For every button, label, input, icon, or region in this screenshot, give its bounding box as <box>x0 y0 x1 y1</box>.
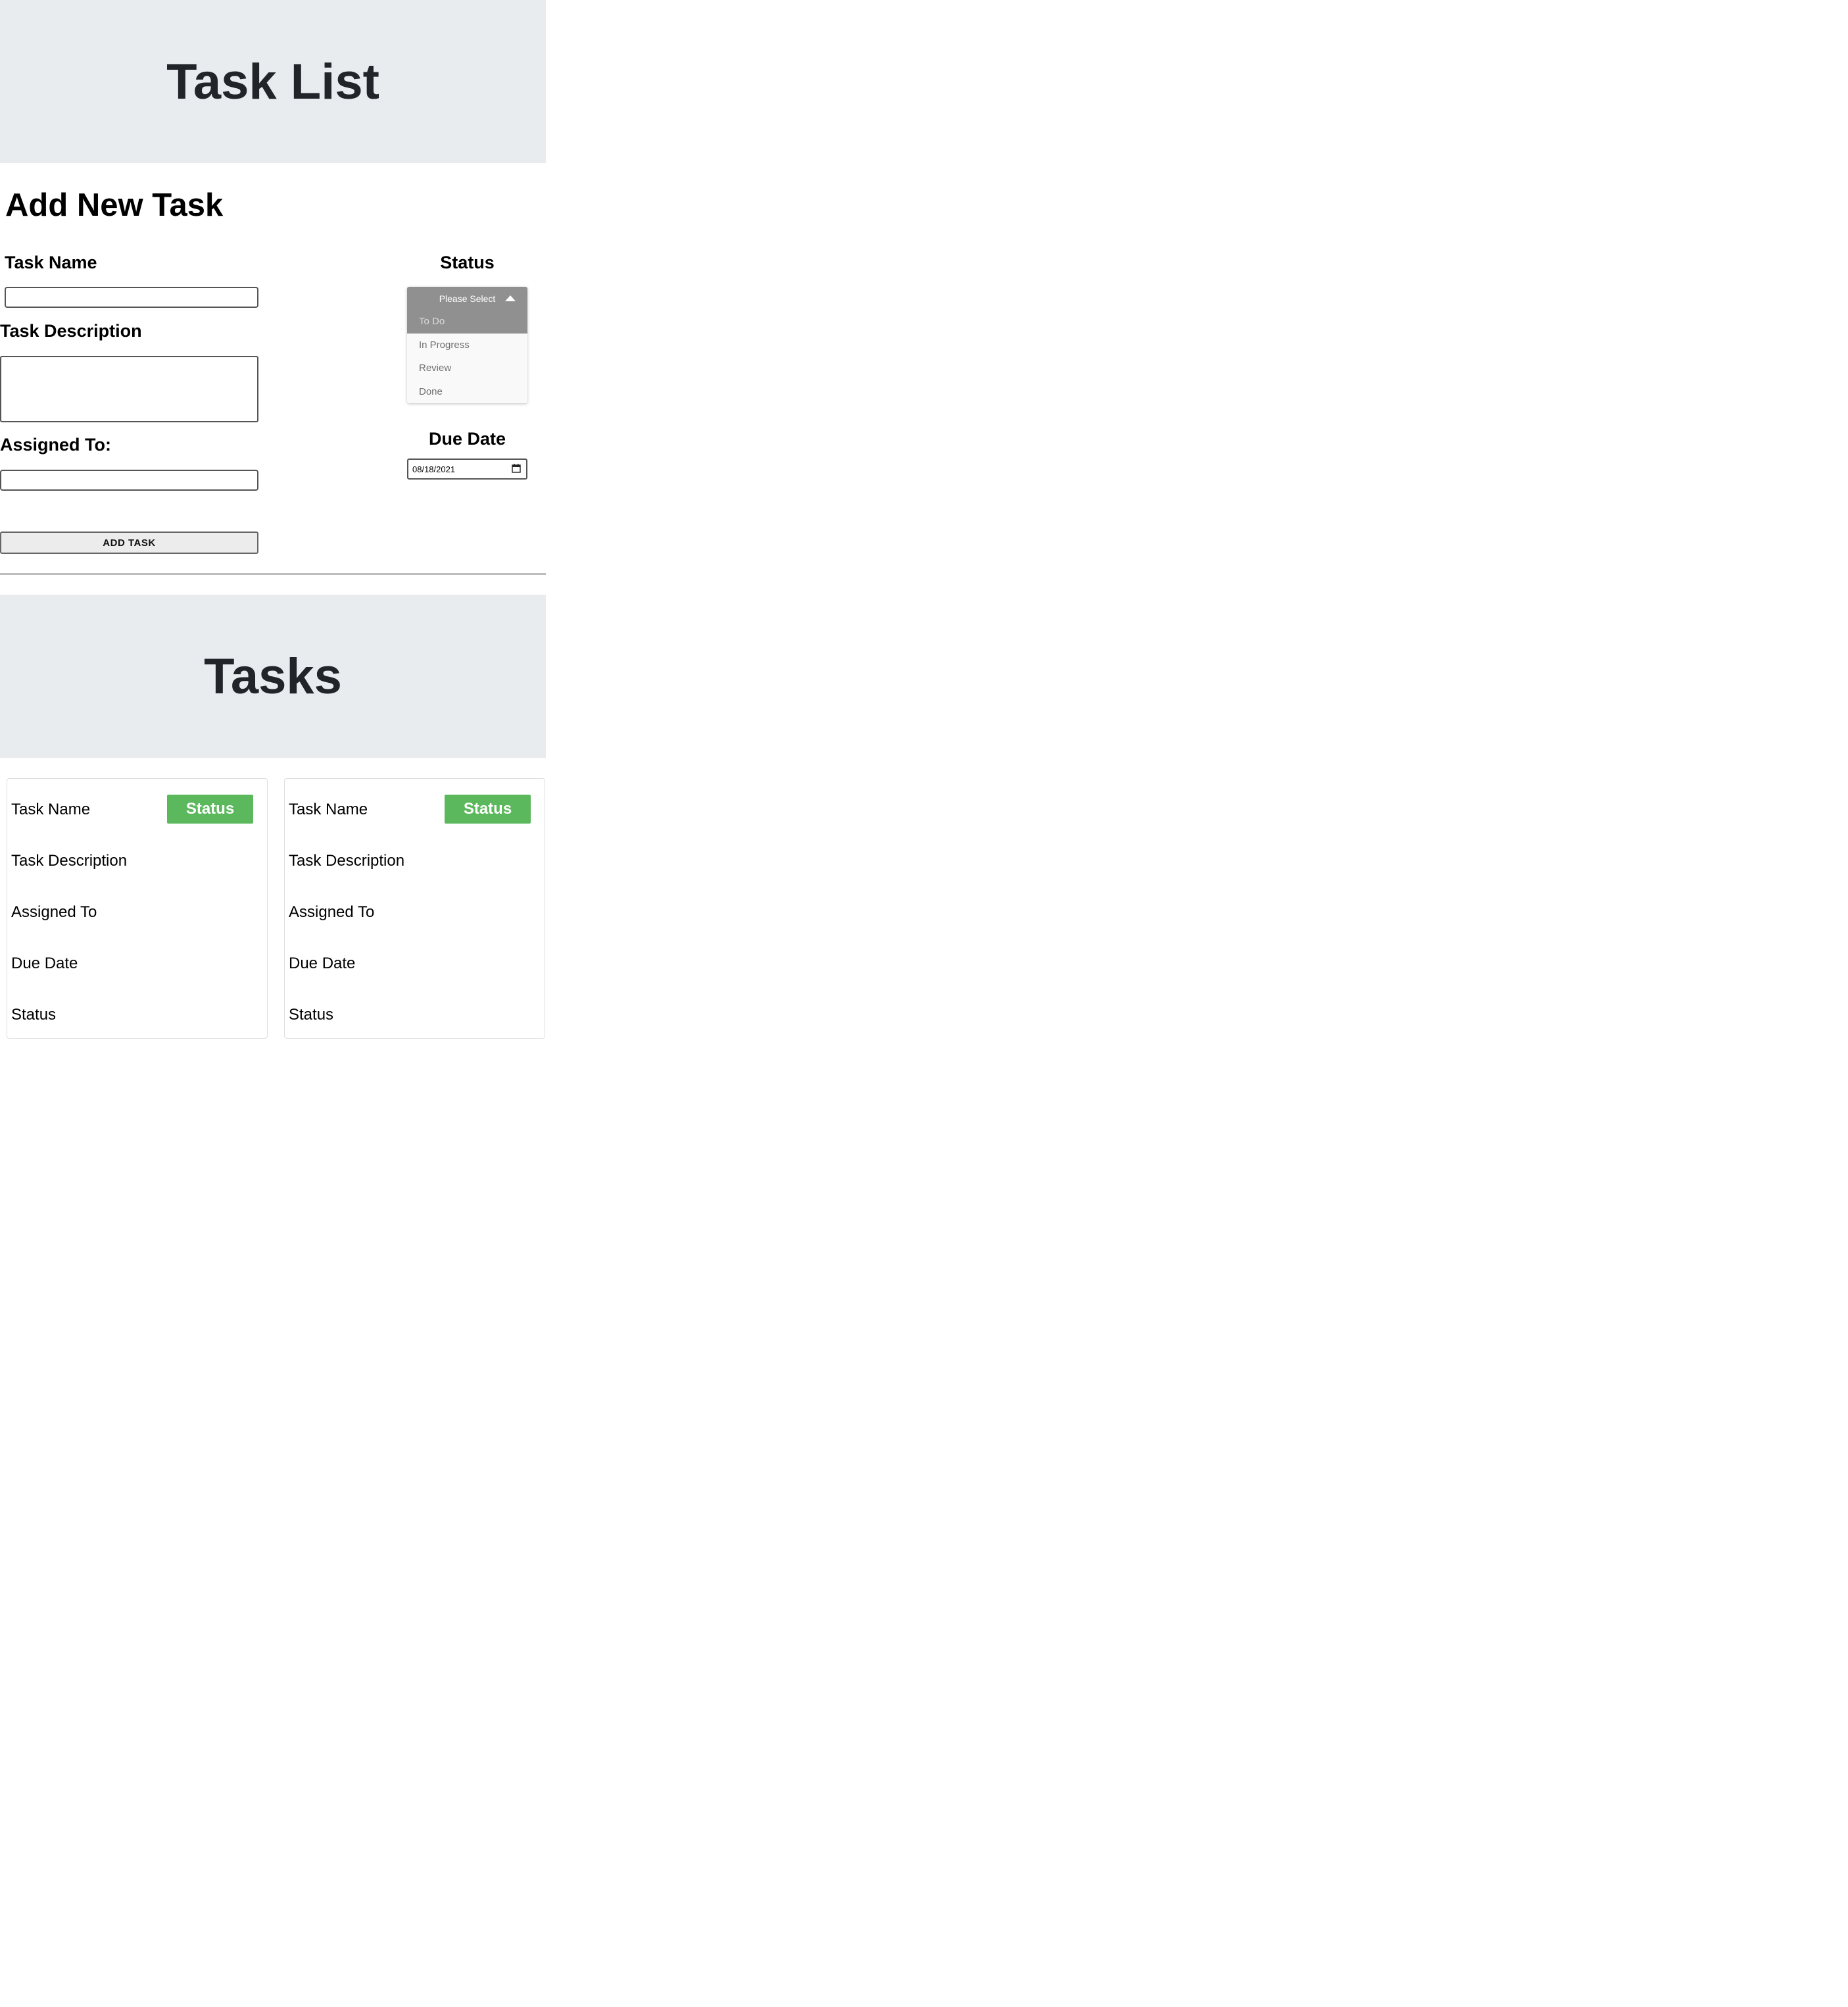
status-badge: Status <box>167 795 253 824</box>
status-label: Status <box>440 253 495 272</box>
task-card-name: Task Name <box>289 801 368 818</box>
status-option-done[interactable]: Done <box>407 380 527 404</box>
task-card-assigned-to: Assigned To <box>289 903 375 921</box>
task-name-input[interactable] <box>5 287 258 308</box>
task-card-due-date: Due Date <box>11 954 78 972</box>
task-name-label: Task Name <box>5 253 97 272</box>
task-card-status: Status <box>289 1006 334 1024</box>
header-banner: Task List <box>0 0 546 163</box>
tasks-title: Tasks <box>204 648 342 705</box>
status-option-in-progress[interactable]: In Progress <box>407 334 527 357</box>
status-dropdown-header[interactable]: Please Select <box>407 287 527 310</box>
page-title: Task List <box>166 53 379 110</box>
form-section-title: Add New Task <box>5 187 224 223</box>
status-badge: Status <box>445 795 531 824</box>
status-option-review[interactable]: Review <box>407 357 527 380</box>
task-card: Task Name Status Task Description Assign… <box>284 778 545 1039</box>
task-description-label: Task Description <box>0 321 142 341</box>
task-card-description: Task Description <box>289 852 405 870</box>
task-card-description: Task Description <box>11 852 128 870</box>
status-dropdown-placeholder: Please Select <box>439 293 496 304</box>
tasks-banner: Tasks <box>0 595 546 758</box>
task-card-assigned-to: Assigned To <box>11 903 97 921</box>
status-option-to-do[interactable]: To Do <box>407 310 527 334</box>
add-task-button[interactable]: ADD TASK <box>0 532 258 554</box>
status-dropdown[interactable]: Please Select To Do In Progress Review D… <box>407 287 527 403</box>
task-card-status: Status <box>11 1006 57 1024</box>
task-card: Task Name Status Task Description Assign… <box>7 778 268 1039</box>
caret-up-icon <box>505 295 516 301</box>
page: Task List Add New Task Task Name Task De… <box>0 0 1848 2007</box>
task-card-due-date: Due Date <box>289 954 356 972</box>
assigned-to-input[interactable] <box>0 470 258 491</box>
calendar-icon[interactable] <box>512 464 521 473</box>
section-divider <box>0 573 546 575</box>
task-card-name: Task Name <box>11 801 91 818</box>
task-description-input[interactable] <box>0 356 258 422</box>
due-date-value: 08/18/2021 <box>412 464 456 474</box>
assigned-to-label: Assigned To: <box>0 435 112 455</box>
due-date-input[interactable]: 08/18/2021 <box>407 458 527 480</box>
due-date-label: Due Date <box>428 429 506 449</box>
